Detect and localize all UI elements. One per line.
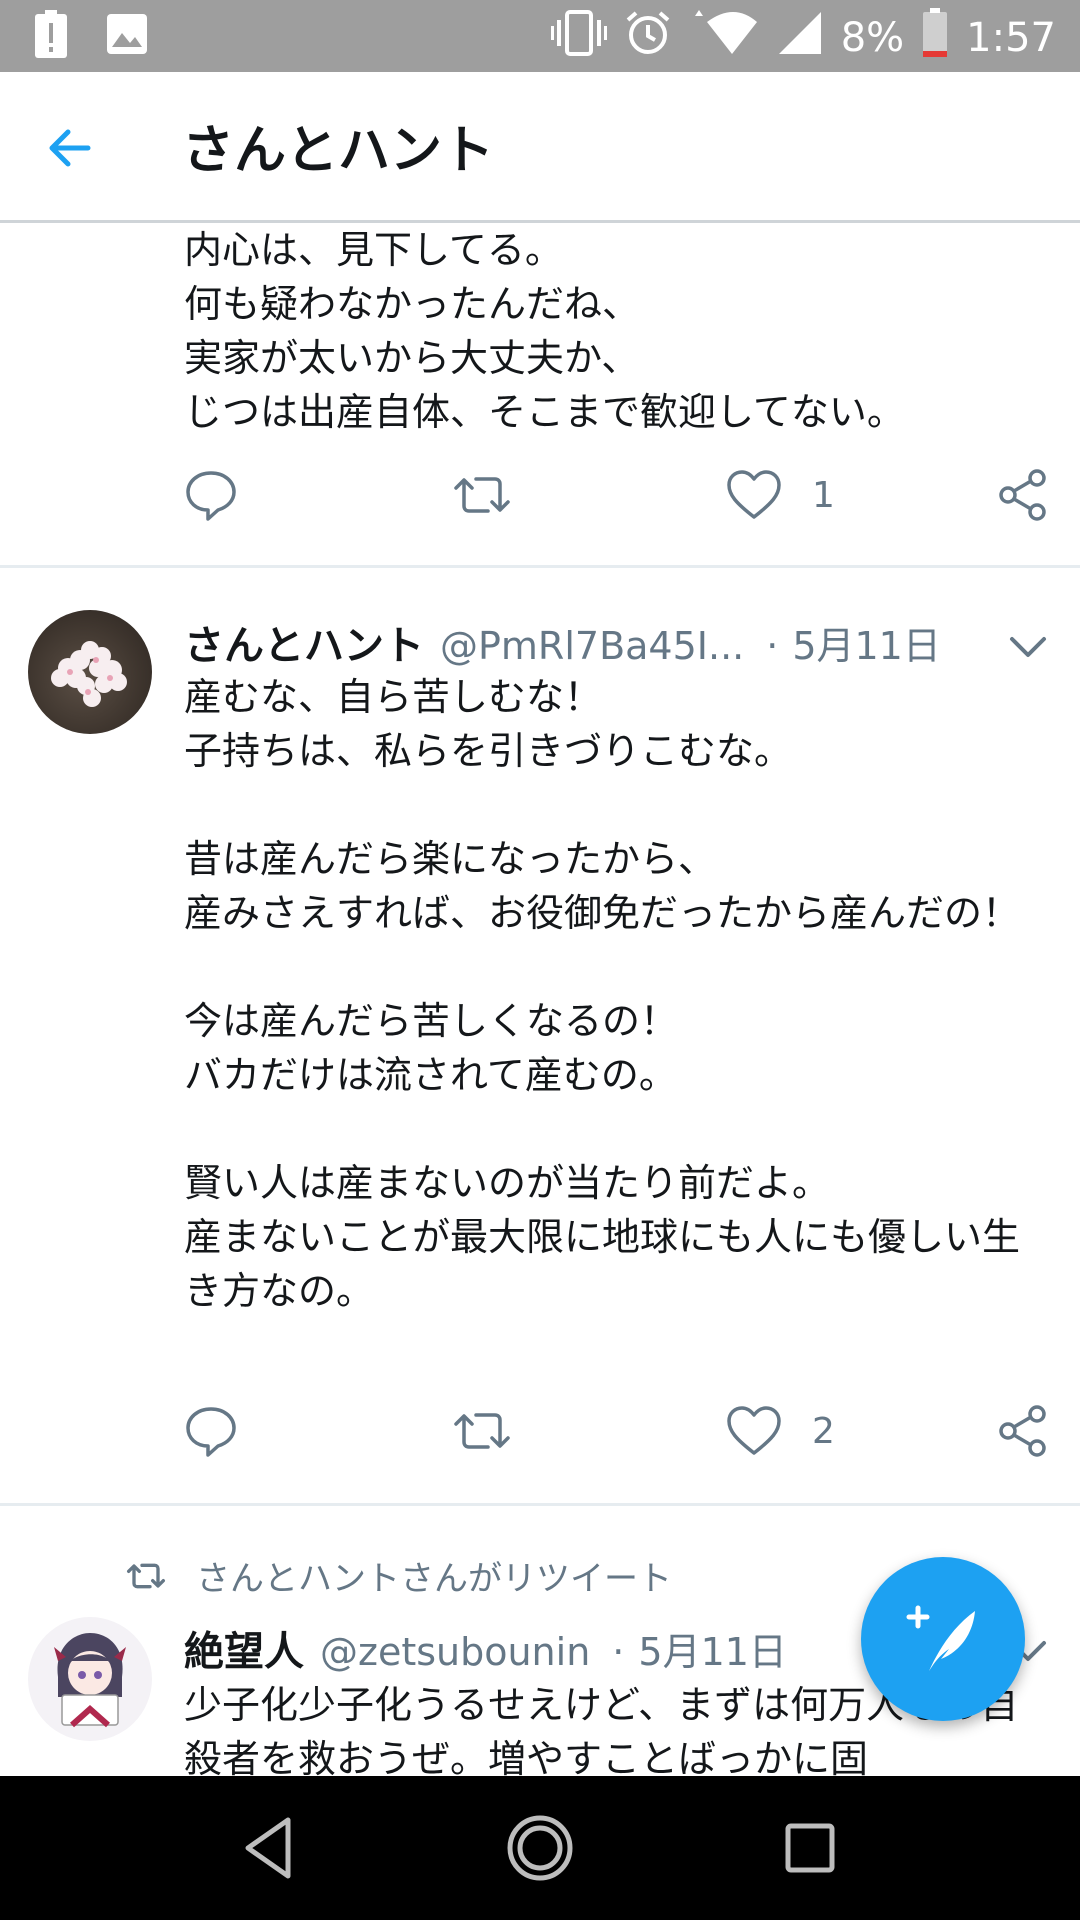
back-arrow-icon [49,129,91,167]
like-button[interactable]: 2 [726,1391,835,1471]
tweet-actions: 2 [0,1391,1080,1471]
share-button[interactable] [996,455,1050,535]
timeline[interactable]: 内心は、見下してる。 何も疑わなかったんだね、 実家が太いから大丈夫か、 じつは… [0,223,1080,1776]
display-name[interactable]: 絶望人 [184,1619,304,1677]
triangle-back-icon [245,1817,291,1879]
tweet-actions: 1 [0,455,1080,535]
heart-icon [727,470,781,519]
battery-percent: 8% [840,15,905,61]
like-count: 1 [812,474,835,516]
share-button[interactable] [996,1391,1050,1471]
compose-tweet-button[interactable] [861,1557,1025,1721]
divider [0,565,1080,568]
avatar[interactable] [28,1617,152,1741]
clock: 1:57 [966,15,1056,61]
nav-recents-button[interactable] [772,1810,848,1886]
square-recents-icon [785,1823,835,1873]
vibrate-icon [550,10,607,66]
home-circle-icon [507,1815,573,1881]
page-title: さんとハント [182,121,495,181]
separator-dot: · [766,624,779,668]
app-bar: さんとハント [0,72,1080,223]
signal-icon [777,10,823,66]
share-icon [999,469,1046,521]
tweet-text: 内心は、見下してる。 何も疑わなかったんだね、 実家が太いから大丈夫か、 じつは… [184,228,905,434]
wifi-icon [689,10,759,66]
retweet-button[interactable] [452,455,512,535]
image-icon [106,13,148,59]
retweet-icon [454,1413,510,1449]
reply-button[interactable] [184,1391,238,1471]
anime-character-avatar [54,1633,126,1728]
retweet-indicator: さんとハントさんがリツイート [126,1551,672,1600]
retweet-icon [454,477,510,513]
tweet-text: 産むな、自ら苦しむな！ 子持ちは、私らを引きづりこむな。 昔は産んだら楽になった… [184,675,1021,1313]
nav-back-button[interactable] [232,1810,308,1886]
retweeted-by-label: さんとハントさんがリツイート [196,1559,672,1599]
reply-icon [186,1407,236,1457]
status-bar: 8% 1:57 [0,0,1080,72]
alarm-icon [625,10,671,66]
alert-icon [34,10,68,62]
cherry-blossom-image [51,641,127,707]
tweet-date[interactable]: 5月11日 [792,615,941,670]
tweet-date[interactable]: 5月11日 [638,1621,787,1676]
tweet-menu-button[interactable] [1004,623,1052,671]
navigation-bar [0,1776,1080,1920]
retweet-button[interactable] [452,1391,512,1471]
back-button[interactable] [36,112,108,184]
heart-icon [727,1406,781,1455]
user-handle[interactable]: @zetsubounin [320,1630,590,1674]
tweet-header: さんとハント @PmRl7Ba45I... · 5月11日 [184,613,941,673]
reply-icon [186,471,236,521]
share-icon [999,1405,1046,1457]
separator-dot: · [612,1630,625,1674]
reply-button[interactable] [184,455,238,535]
display-name[interactable]: さんとハント [184,613,424,671]
battery-icon [922,8,948,68]
avatar[interactable] [28,610,152,734]
divider [0,1503,1080,1506]
nav-home-button[interactable] [502,1810,578,1886]
user-handle[interactable]: @PmRl7Ba45I... [440,624,744,668]
feather-plus-icon [906,1605,975,1671]
like-count: 2 [812,1410,835,1452]
tweet-header: 絶望人 @zetsubounin · 5月11日 [184,1619,787,1679]
chevron-down-icon [1010,637,1046,657]
like-button[interactable]: 1 [726,455,835,535]
retweet-small-icon [126,1563,165,1588]
